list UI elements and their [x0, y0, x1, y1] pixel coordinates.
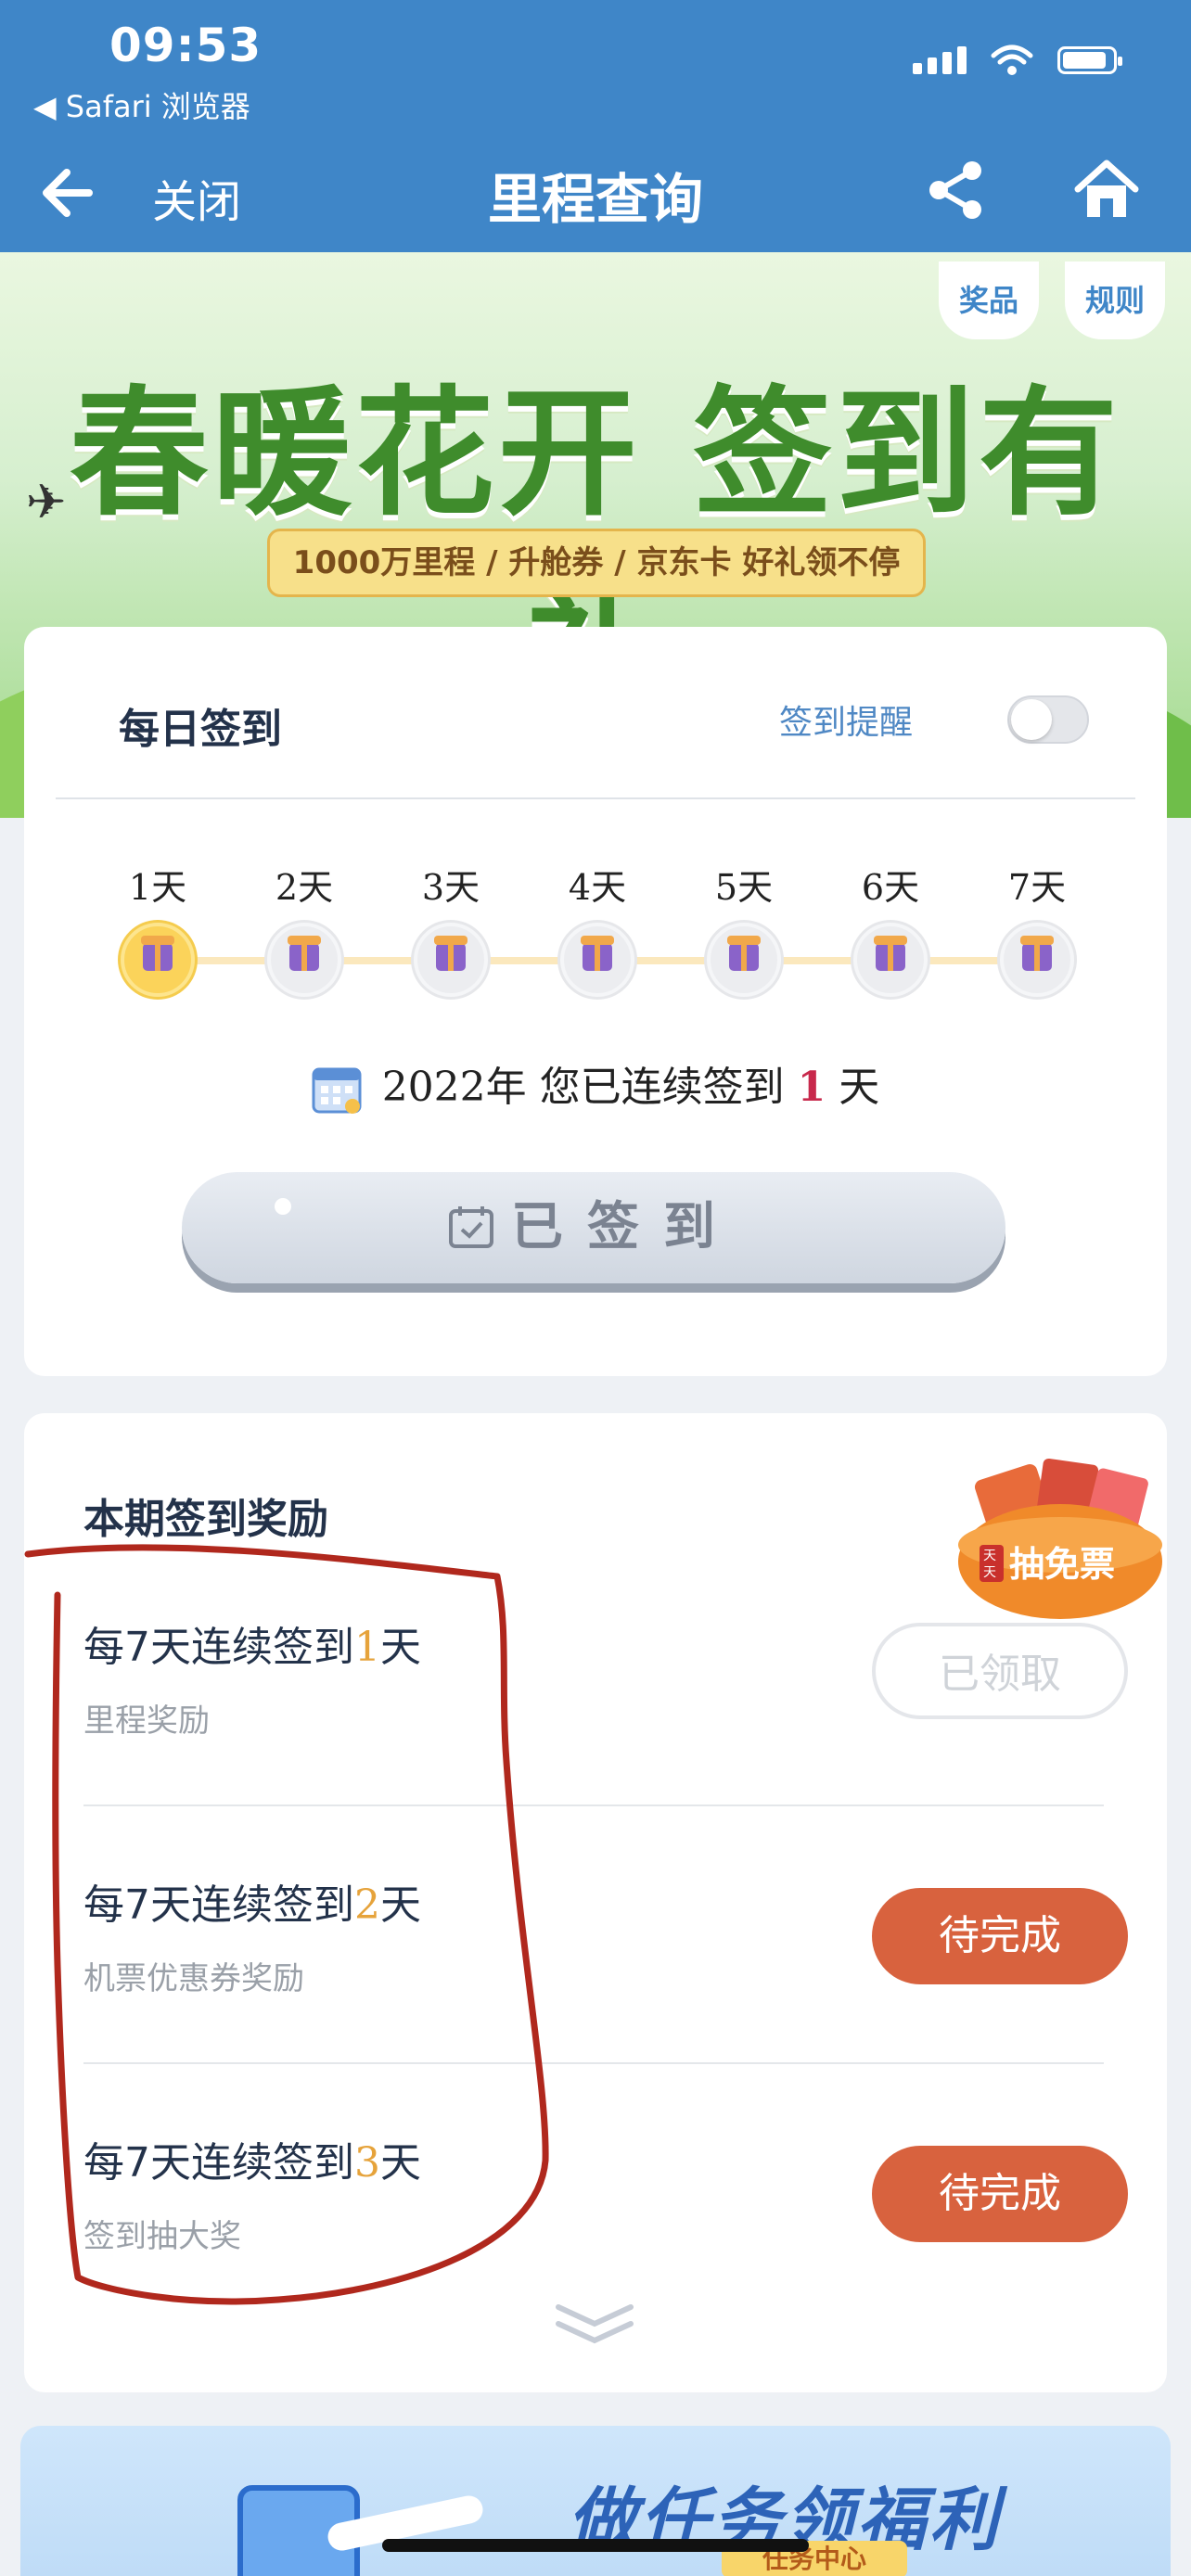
task-center-banner[interactable]: 做任务领福利 任务中心: [20, 2426, 1171, 2576]
reward-subtitle: 里程奖励: [83, 1702, 210, 1740]
divider: [83, 2062, 1104, 2064]
reward-title-suffix: 天: [380, 1881, 421, 1929]
lottery-badge[interactable]: 天 天 抽免票: [954, 1452, 1167, 1619]
reward-subtitle: 签到抽大奖: [83, 2218, 241, 2255]
reward-title-prefix: 每7天连续签到: [83, 2139, 354, 2187]
reward-title-suffix: 天: [380, 1624, 421, 1671]
banner-subtitle: 1000万里程 / 升舱券 / 京东卡 好礼领不停: [267, 529, 926, 597]
day-step: 5天: [688, 859, 800, 997]
streak-count: 1: [797, 1064, 826, 1111]
calendar-icon: [312, 1067, 362, 1114]
pending-button[interactable]: 待完成: [872, 1888, 1128, 1984]
gift-icon: [1000, 923, 1074, 997]
home-icon[interactable]: [1072, 156, 1141, 224]
svg-text:天: 天: [983, 1565, 996, 1580]
daily-checkin-card: 每日签到 签到提醒 1天 2天 3天 4天 5天 6天 7天 2022年 您已连…: [24, 627, 1167, 1376]
day-step: 6天: [835, 859, 946, 997]
checkin-title: 每日签到: [119, 706, 282, 753]
day-progress: 1天 2天 3天 4天 5天 6天 7天: [24, 859, 1167, 998]
status-time: 09:53: [109, 19, 263, 72]
gift-icon: [853, 923, 928, 997]
divider: [83, 1804, 1104, 1806]
day-step: 2天: [249, 859, 360, 997]
day-label: 3天: [421, 867, 480, 908]
expand-chevron-icon[interactable]: [553, 2294, 636, 2350]
claimed-button[interactable]: 已领取: [872, 1623, 1128, 1719]
reward-title: 每7天连续签到1天: [83, 1613, 421, 1673]
button-shine: [275, 1198, 291, 1215]
rewards-title: 本期签到奖励: [83, 1496, 328, 1543]
gift-icon: [267, 923, 341, 997]
reward-title-prefix: 每7天连续签到: [83, 1624, 354, 1671]
reminder-toggle[interactable]: [1007, 695, 1089, 744]
day-label: 6天: [861, 867, 920, 908]
day-step: 4天: [542, 859, 653, 997]
day-step: 1天: [102, 859, 213, 997]
reward-title: 每7天连续签到3天: [83, 2129, 421, 2188]
rules-button[interactable]: 规则: [1065, 261, 1166, 339]
gift-icon: [707, 923, 781, 997]
lottery-badge-label: 抽免票: [1009, 1544, 1115, 1585]
svg-text:天: 天: [983, 1549, 996, 1563]
reward-item: 每7天连续签到3天 签到抽大奖 待完成: [83, 2099, 1128, 2322]
signed-button-label: 已签到: [511, 1197, 739, 1257]
day-step: 7天: [981, 859, 1093, 997]
reward-title: 每7天连续签到2天: [83, 1871, 421, 1931]
streak-text: 2022年 您已连续签到 1 天: [24, 1053, 1167, 1116]
status-icons: [913, 45, 1122, 76]
reward-days: 1: [354, 1624, 380, 1671]
wifi-icon: [991, 45, 1033, 75]
gift-icon: [414, 923, 488, 997]
day-label: 4天: [568, 867, 627, 908]
reward-item: 每7天连续签到2天 机票优惠券奖励 待完成: [83, 1842, 1128, 2064]
home-indicator[interactable]: [382, 2539, 809, 2552]
divider: [56, 797, 1135, 799]
day-label: 5天: [714, 867, 774, 908]
signed-button[interactable]: 已签到: [182, 1172, 1005, 1283]
back-to-safari-link[interactable]: ◀ Safari 浏览器: [33, 83, 250, 126]
calendar-check-icon: [449, 1206, 493, 1248]
day-step: 3天: [395, 859, 506, 997]
pending-button[interactable]: 待完成: [872, 2146, 1128, 2242]
reminder-label: 签到提醒: [779, 704, 914, 742]
streak-prefix: 您已连续签到: [539, 1064, 785, 1111]
reward-subtitle: 机票优惠券奖励: [83, 1960, 304, 1997]
gift-icon: [121, 923, 195, 997]
battery-icon: [1057, 46, 1122, 74]
share-icon[interactable]: [924, 158, 989, 223]
streak-suffix: 天: [839, 1064, 880, 1111]
prize-button[interactable]: 奖品: [939, 261, 1040, 339]
streak-year: 2022年: [381, 1064, 527, 1111]
gift-icon: [560, 923, 634, 997]
page-title: 里程查询: [487, 168, 703, 231]
reward-days: 2: [354, 1881, 380, 1929]
day-label: 1天: [128, 867, 187, 908]
top-bar: 09:53 ◀ Safari 浏览器 关闭 里程查询: [0, 0, 1191, 252]
reward-title-suffix: 天: [380, 2139, 421, 2187]
reward-days: 3: [354, 2139, 380, 2187]
reward-title-prefix: 每7天连续签到: [83, 1881, 354, 1929]
day-label: 2天: [275, 867, 334, 908]
day-label: 7天: [1007, 867, 1067, 908]
cellular-signal-icon: [913, 46, 967, 74]
